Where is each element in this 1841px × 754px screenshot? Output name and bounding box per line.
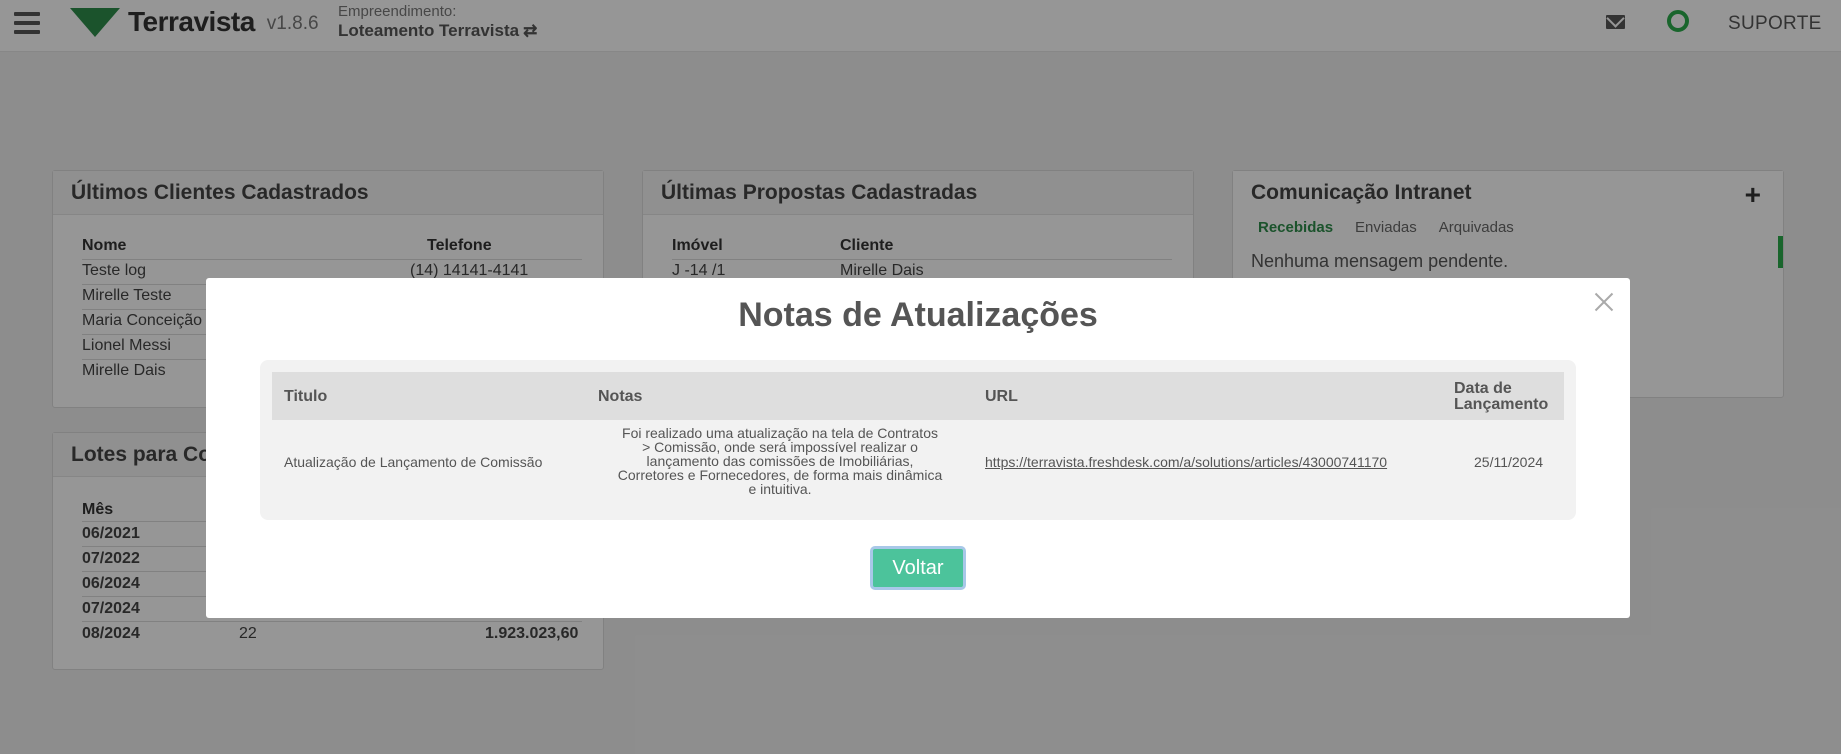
column-header-notas: Notas bbox=[598, 388, 643, 405]
note-date: 25/11/2024 bbox=[1474, 454, 1544, 470]
column-header-data-line1: Data de bbox=[1454, 380, 1512, 397]
modal-title: Notas de Atualizações bbox=[738, 296, 1098, 334]
note-url-link[interactable]: https://terravista.freshdesk.com/a/solut… bbox=[985, 454, 1387, 470]
note-line: e intuitiva. bbox=[748, 481, 812, 497]
note-line: Foi realizado uma atualização na tela de… bbox=[622, 425, 938, 441]
note-line: lançamento das comissões de Imobiliárias… bbox=[646, 453, 914, 469]
note-line: Corretores e Fornecedores, de forma mais… bbox=[617, 467, 943, 483]
release-notes-modal: Notas de Atualizações Titulo Notas URL D… bbox=[206, 278, 1630, 618]
release-notes-table: Titulo Notas URL Data de Lançamento Atua… bbox=[260, 360, 1576, 520]
table-header: Titulo Notas URL Data de Lançamento bbox=[272, 372, 1564, 420]
back-button[interactable]: Voltar bbox=[870, 546, 966, 590]
close-icon[interactable] bbox=[1592, 290, 1616, 314]
column-header-titulo: Titulo bbox=[284, 388, 328, 405]
note-title: Atualização de Lançamento de Comissão bbox=[284, 454, 543, 470]
note-text: Foi realizado uma atualização na tela de… bbox=[594, 426, 966, 496]
column-header-data-line2: Lançamento bbox=[1454, 396, 1549, 413]
column-header-url: URL bbox=[985, 388, 1018, 405]
note-line: > Comissão, onde será impossível realiza… bbox=[642, 439, 918, 455]
